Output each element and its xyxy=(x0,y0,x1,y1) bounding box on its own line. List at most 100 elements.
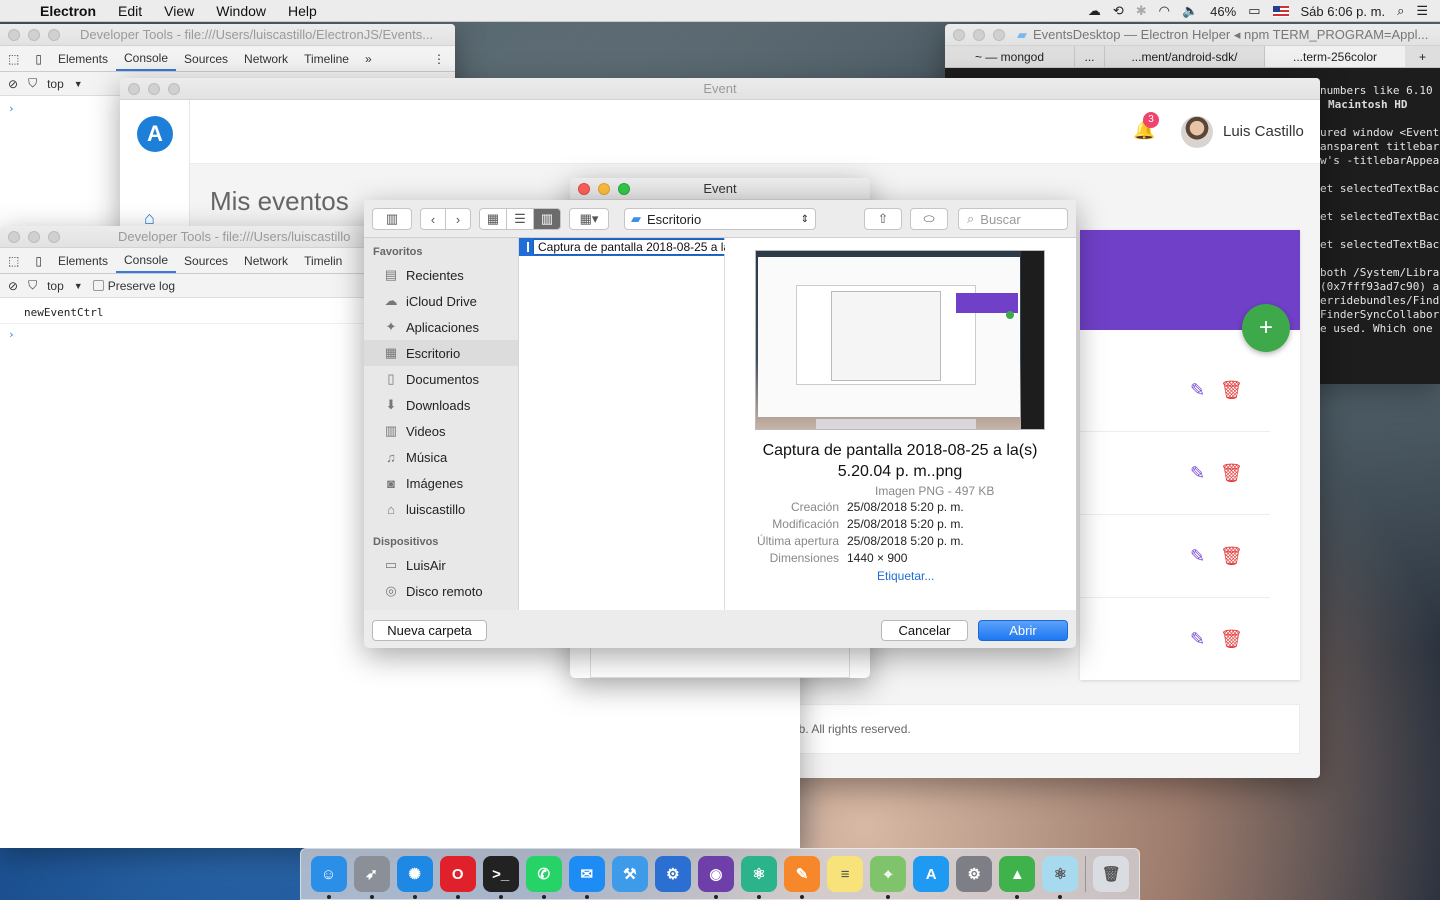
edit-icon[interactable]: ✎ xyxy=(1190,546,1205,567)
icon-view-icon[interactable]: ▦ xyxy=(479,208,507,230)
sidebar-item[interactable]: ✦ Aplicaciones xyxy=(364,314,518,340)
trash-icon[interactable]: 🗑 xyxy=(1220,629,1243,650)
sidebar-toggle-icon[interactable]: ▥ xyxy=(372,208,412,230)
notification-center-icon[interactable]: ☰ xyxy=(1416,3,1428,19)
bluetooth-icon[interactable]: ✱ xyxy=(1136,3,1147,19)
flag-icon[interactable] xyxy=(1272,5,1289,17)
clock[interactable]: Sáb 6:06 p. m. xyxy=(1301,4,1386,19)
dock-system-preferences-icon[interactable]: ⚙ xyxy=(956,856,993,892)
chevron-down-icon[interactable]: ▼ xyxy=(74,281,83,291)
location-popup[interactable]: ▰ Escritorio ⇕ xyxy=(624,208,816,230)
sidebar-item[interactable]: ▯ Documentos xyxy=(364,366,518,392)
menu-dots-icon[interactable]: ⋮ xyxy=(425,52,455,66)
tab-sources[interactable]: Sources xyxy=(176,52,236,66)
share-icon[interactable]: ⇧ xyxy=(864,208,902,230)
dock-messenger-icon[interactable]: ✉ xyxy=(568,856,605,899)
tab-timeline[interactable]: Timelin xyxy=(296,254,350,268)
tab-timeline[interactable]: Timeline xyxy=(296,52,357,66)
forward-icon[interactable]: › xyxy=(445,208,471,230)
edit-icon[interactable]: ✎ xyxy=(1190,380,1205,401)
dock-github-icon[interactable]: ◉ xyxy=(697,856,734,899)
battery-icon[interactable]: ▭ xyxy=(1248,3,1260,19)
inspect-icon[interactable]: ⬚ xyxy=(0,254,27,268)
cloud-status-icon[interactable]: ☁ xyxy=(1088,3,1101,19)
menu-app-name[interactable]: Electron xyxy=(29,3,107,19)
tab-network[interactable]: Network xyxy=(236,254,296,268)
cancel-button[interactable]: Cancelar xyxy=(881,620,968,641)
spotlight-icon[interactable]: ⌕ xyxy=(1397,3,1404,19)
tag-link[interactable]: Etiquetar... xyxy=(877,569,934,583)
terminal-window-controls[interactable] xyxy=(953,28,1005,41)
edit-icon[interactable]: ✎ xyxy=(1190,629,1205,650)
tag-icon[interactable]: ⬭ xyxy=(910,208,948,230)
dock-xcode-icon[interactable]: ⚒ xyxy=(611,856,648,892)
sidebar-item[interactable]: ⬇ Downloads xyxy=(364,392,518,418)
inspect-icon[interactable]: ⬚ xyxy=(0,52,27,66)
add-event-button[interactable]: + xyxy=(1242,304,1290,352)
menu-view[interactable]: View xyxy=(153,3,205,19)
filter-icon[interactable]: ⛉ xyxy=(28,76,37,91)
tab-console[interactable]: Console xyxy=(115,249,177,273)
event-titlebar[interactable]: Event xyxy=(120,78,1320,100)
dock-instruments-icon[interactable]: ⚙ xyxy=(654,856,691,892)
dock-whatsapp-icon[interactable]: ✆ xyxy=(525,856,562,899)
devtools-bottom-controls[interactable] xyxy=(8,230,60,243)
sidebar-item[interactable]: ♫ Música xyxy=(364,444,518,470)
event-window-controls[interactable] xyxy=(128,82,180,95)
preserve-log-label[interactable]: Preserve log xyxy=(108,279,175,293)
trash-icon[interactable]: 🗑 xyxy=(1220,546,1243,567)
dock-notes-icon[interactable]: ≡ xyxy=(827,856,864,892)
new-tab-icon[interactable]: + xyxy=(1405,46,1440,67)
tab-elements[interactable]: Elements xyxy=(50,52,116,66)
edit-icon[interactable]: ✎ xyxy=(1190,463,1205,484)
dock-trash-icon[interactable]: 🗑 xyxy=(1093,856,1130,892)
clear-console-icon[interactable]: ⊘ xyxy=(8,77,18,91)
preserve-log-checkbox[interactable] xyxy=(92,280,104,291)
tab-network[interactable]: Network xyxy=(236,52,296,66)
dock-sketch-icon[interactable]: ✎ xyxy=(784,856,821,899)
device-icon[interactable]: ▯ xyxy=(27,254,50,268)
dock-app-store-icon[interactable]: A xyxy=(913,856,950,892)
sidebar-item[interactable]: ◙ Imágenes xyxy=(364,470,518,496)
avatar[interactable] xyxy=(1181,116,1213,148)
dock-opera-icon[interactable]: O xyxy=(439,856,476,899)
chevron-down-icon[interactable]: ▼ xyxy=(74,79,83,89)
new-folder-button[interactable]: Nueva carpeta xyxy=(372,620,487,641)
devtools-top-titlebar[interactable]: Developer Tools - file:///Users/luiscast… xyxy=(0,24,455,46)
group-view-icon[interactable]: ▦▾ xyxy=(569,208,609,230)
dock-terminal-icon[interactable]: >_ xyxy=(482,856,519,899)
list-view-icon[interactable]: ☰ xyxy=(506,208,534,230)
dock-maps-icon[interactable]: ⌖ xyxy=(870,856,907,899)
terminal-titlebar[interactable]: ▰ EventsDesktop — Electron Helper ◂ npm … xyxy=(945,24,1440,46)
sidebar-item[interactable]: ▥ Videos xyxy=(364,418,518,444)
more-tabs-icon[interactable]: » xyxy=(357,52,380,66)
column-view-icon[interactable]: ▥ xyxy=(533,208,561,230)
volume-icon[interactable]: 🔈 xyxy=(1182,3,1198,19)
sidebar-item[interactable]: ▦ Escritorio xyxy=(364,340,518,366)
trash-icon[interactable]: 🗑 xyxy=(1220,463,1243,484)
terminal-tab-mongod[interactable]: ~ — mongod xyxy=(945,46,1075,67)
tab-sources[interactable]: Sources xyxy=(176,254,236,268)
device-icon[interactable]: ▯ xyxy=(27,52,50,66)
time-machine-icon[interactable]: ⟲ xyxy=(1113,3,1124,19)
context-select[interactable]: top xyxy=(47,77,64,91)
event-modal-controls[interactable] xyxy=(578,182,630,195)
sidebar-item[interactable]: ▤ Recientes xyxy=(364,262,518,288)
app-logo[interactable]: A xyxy=(137,116,173,152)
terminal-tab-android[interactable]: ...ment/android-sdk/ xyxy=(1105,46,1265,67)
search-input[interactable]: ⌕ Buscar xyxy=(958,208,1068,230)
menu-edit[interactable]: Edit xyxy=(107,3,153,19)
back-icon[interactable]: ‹ xyxy=(420,208,446,230)
clear-console-icon[interactable]: ⊘ xyxy=(8,279,18,293)
dock-atom-icon[interactable]: ⚛ xyxy=(740,856,777,899)
dock-launchpad-icon[interactable]: ➶ xyxy=(353,856,390,899)
wifi-icon[interactable]: ◠ xyxy=(1159,3,1170,19)
tab-elements[interactable]: Elements xyxy=(50,254,116,268)
open-button[interactable]: Abrir xyxy=(978,620,1068,641)
terminal-tab-active[interactable]: ...term-256color xyxy=(1265,46,1405,67)
battery-percent[interactable]: 46% xyxy=(1210,4,1236,19)
menu-help[interactable]: Help xyxy=(277,3,328,19)
context-select[interactable]: top xyxy=(47,279,64,293)
filter-icon[interactable]: ⛉ xyxy=(28,278,37,293)
menu-window[interactable]: Window xyxy=(205,3,277,19)
